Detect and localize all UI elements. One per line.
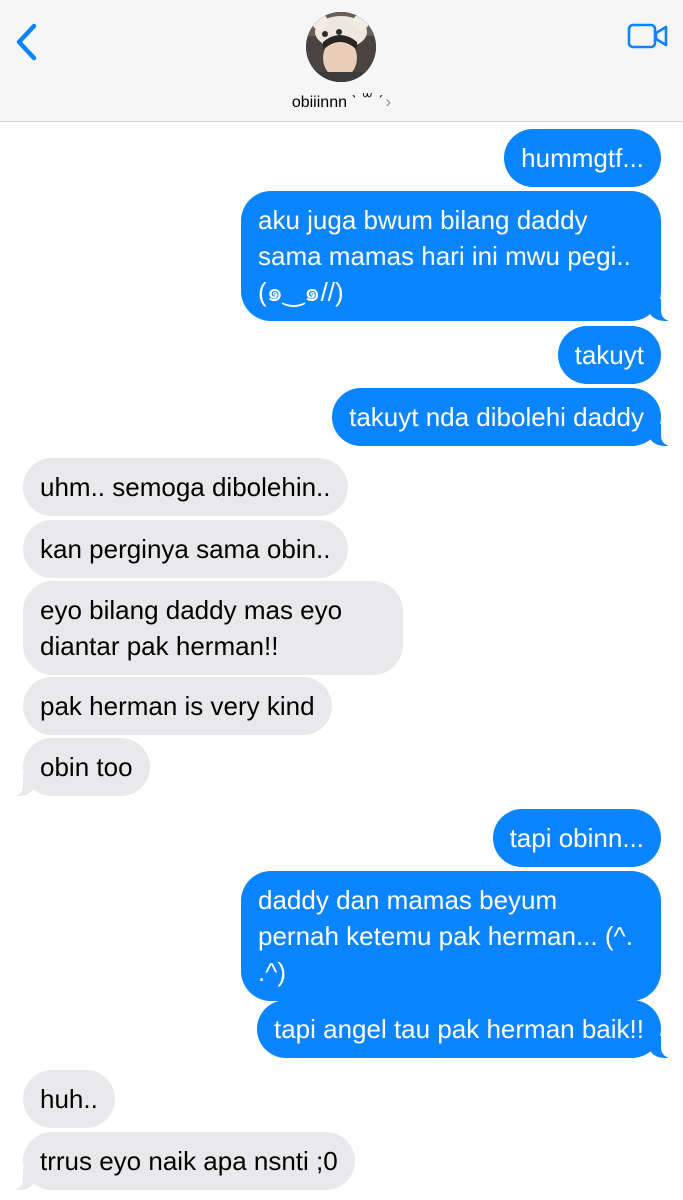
outgoing-message[interactable]: takuyt bbox=[557, 326, 661, 384]
back-button[interactable] bbox=[8, 20, 44, 64]
message-text: kan perginya sama obin.. bbox=[40, 534, 331, 564]
message-text: aku juga bwum bilang daddy sama mamas ha… bbox=[258, 205, 631, 307]
video-camera-icon bbox=[627, 23, 668, 49]
outgoing-message[interactable]: takuyt nda dibolehi daddy bbox=[332, 388, 677, 446]
chevron-left-icon bbox=[16, 23, 37, 61]
message-text: trrus eyo naik apa nsnti ;0 bbox=[40, 1146, 338, 1176]
incoming-message[interactable]: trrus eyo naik apa nsnti ;0 bbox=[7, 1132, 355, 1190]
message-text: hummgtf... bbox=[521, 143, 644, 173]
message-text: obin too bbox=[40, 752, 133, 782]
message-text: huh.. bbox=[40, 1084, 98, 1114]
contact-avatar[interactable] bbox=[306, 12, 376, 82]
incoming-message[interactable]: huh.. bbox=[23, 1070, 115, 1128]
facetime-button[interactable] bbox=[624, 18, 672, 54]
chevron-right-icon: › bbox=[385, 92, 392, 111]
message-text: daddy dan mamas beyum pernah ketemu pak … bbox=[258, 885, 633, 987]
message-text: tapi obinn... bbox=[509, 823, 644, 853]
outgoing-message[interactable]: tapi angel tau pak herman baik!! bbox=[256, 1000, 678, 1058]
incoming-message[interactable]: pak herman is very kind bbox=[23, 677, 332, 735]
outgoing-message[interactable]: tapi obinn... bbox=[492, 809, 661, 867]
message-text: eyo bilang daddy mas eyo diantar pak her… bbox=[40, 595, 343, 661]
message-text: pak herman is very kind bbox=[40, 691, 315, 721]
outgoing-message[interactable]: aku juga bwum bilang daddy sama mamas ha… bbox=[241, 191, 677, 321]
message-text: tapi angel tau pak herman baik!! bbox=[273, 1014, 644, 1044]
message-text: takuyt bbox=[574, 340, 644, 370]
incoming-message[interactable]: kan perginya sama obin.. bbox=[23, 520, 348, 578]
message-text: takuyt nda dibolehi daddy bbox=[349, 402, 644, 432]
incoming-message[interactable]: obin too bbox=[7, 738, 150, 796]
outgoing-message[interactable]: daddy dan mamas beyum pernah ketemu pak … bbox=[241, 871, 661, 1001]
incoming-message[interactable]: uhm.. semoga dibolehin.. bbox=[23, 458, 348, 516]
contact-name-button[interactable]: obiiinnn ˋ ꒳ ˊ › bbox=[0, 90, 683, 112]
outgoing-message[interactable]: hummgtf... bbox=[504, 129, 661, 187]
contact-name: obiiinnn ˋ ꒳ ˊ bbox=[291, 94, 384, 111]
message-text: uhm.. semoga dibolehin.. bbox=[40, 472, 331, 502]
avatar-photo bbox=[306, 12, 376, 82]
conversation-header: obiiinnn ˋ ꒳ ˊ › bbox=[0, 0, 683, 122]
incoming-message[interactable]: eyo bilang daddy mas eyo diantar pak her… bbox=[23, 581, 403, 675]
